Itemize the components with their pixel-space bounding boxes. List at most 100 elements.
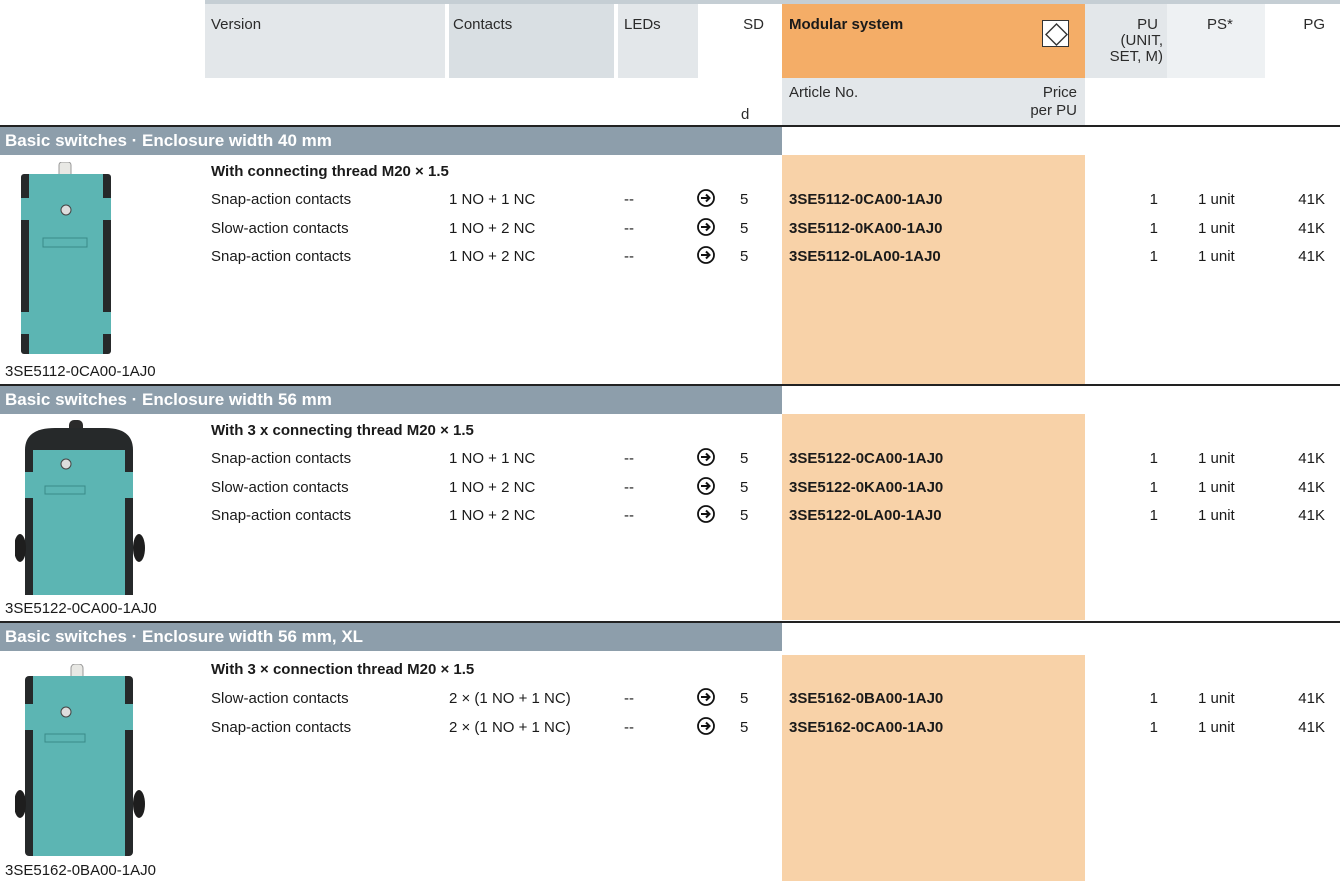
circled-right-arrow-icon [696,476,716,500]
ps-cell: 1 unit [1198,219,1235,237]
pu-cell: 1 [1149,690,1158,707]
table-row: Snap-action contacts 2 × (1 NO + 1 NC) -- 5… [0,714,1340,742]
leds-cell: -- [624,191,634,208]
pg-cell: 41K [1298,191,1325,208]
sd-cell: 5 [740,718,749,736]
section-title: Basic switches · Enclosure width 56 mm, … [0,623,782,651]
article-number-cell: 3SE5122-0KA00-1AJ0 [789,478,944,496]
sd-cell: 5 [740,507,749,524]
version-cell: Slow-action contacts [211,219,349,237]
leds-cell: -- [624,690,634,707]
article-number-cell: 3SE5162-0CA00-1AJ0 [789,718,944,736]
leds-cell: -- [624,478,634,496]
circled-right-arrow-icon [696,245,716,269]
pg-cell: 41K [1298,219,1325,237]
col-pu-line1: PU [1137,16,1158,33]
article-number-cell: 3SE5122-0LA00-1AJ0 [789,507,942,524]
table-row: Slow-action contacts 1 NO + 2 NC -- 5 3SE511… [0,215,1340,243]
col-version: Version [211,16,262,33]
contacts-cell: 2 × (1 NO + 1 NC) [449,690,571,707]
sd-cell: 5 [740,478,749,496]
pg-cell: 41K [1298,690,1325,707]
table-row: Snap-action contacts 1 NO + 1 NC -- 5 3SE511… [0,186,1340,214]
circled-right-arrow-icon [696,716,716,740]
leds-cell: -- [624,450,634,467]
contacts-cell: 1 NO + 2 NC [449,248,536,265]
section-title: Basic switches · Enclosure width 56 mm [0,386,782,414]
pu-cell: 1 [1149,191,1158,208]
section-subtitle: With 3 × connection thread M20 × 1.5 [211,661,475,678]
leds-cell: -- [624,248,634,265]
sd-cell: 5 [740,450,749,467]
leds-cell: -- [624,718,634,736]
pg-cell: 41K [1298,507,1325,524]
circled-right-arrow-icon [696,447,716,471]
contacts-cell: 1 NO + 2 NC [449,219,536,237]
col-pu-line2: (UNIT, [1120,32,1164,49]
col-leds: LEDs [624,16,661,33]
col-contacts: Contacts [453,16,513,33]
contacts-cell: 1 NO + 1 NC [449,450,536,467]
section-subtitle: With connecting thread M20 × 1.5 [211,163,449,180]
article-number-cell: 3SE5162-0BA00-1AJ0 [789,690,944,707]
ps-cell: 1 unit [1198,718,1235,736]
product-caption: 3SE5112-0CA00-1AJ0 [5,363,156,380]
ps-cell: 1 unit [1198,248,1235,265]
col-article-no: Article No. [789,84,859,101]
table-row: Slow-action contacts 2 × (1 NO + 1 NC) -- 5… [0,685,1340,713]
version-cell: Slow-action contacts [211,478,349,496]
contacts-cell: 1 NO + 2 NC [449,478,536,496]
product-caption: 3SE5162-0BA00-1AJ0 [5,862,156,879]
article-number-cell: 3SE5112-0KA00-1AJ0 [789,219,943,237]
diamond-in-square-icon [1042,20,1069,47]
col-sd-unit: d [741,106,750,123]
version-cell: Snap-action contacts [211,507,352,524]
article-number-cell: 3SE5112-0CA00-1AJ0 [789,191,943,208]
col-price-line2: per PU [1030,102,1077,119]
circled-right-arrow-icon [696,188,716,212]
version-cell: Slow-action contacts [211,690,349,707]
sd-cell: 5 [740,191,749,208]
ps-cell: 1 unit [1198,507,1235,524]
circled-right-arrow-icon [696,687,716,711]
pu-cell: 1 [1149,450,1158,467]
circled-right-arrow-icon [696,504,716,528]
circled-right-arrow-icon [696,217,716,241]
pg-cell: 41K [1298,718,1325,736]
pu-cell: 1 [1149,248,1158,265]
product-caption: 3SE5122-0CA00-1AJ0 [5,600,157,617]
version-cell: Snap-action contacts [211,191,352,208]
pu-cell: 1 [1149,718,1158,736]
sd-cell: 5 [740,248,749,265]
leds-cell: -- [624,219,634,237]
pg-cell: 41K [1298,450,1325,467]
ps-cell: 1 unit [1198,478,1235,496]
article-number-cell: 3SE5122-0CA00-1AJ0 [789,450,944,467]
ps-cell: 1 unit [1198,690,1235,707]
pu-cell: 1 [1149,219,1158,237]
leds-cell: -- [624,507,634,524]
section-title: Basic switches · Enclosure width 40 mm [0,127,782,155]
table-row: Snap-action contacts 1 NO + 1 NC -- 5 3SE512… [0,445,1340,473]
table-row: Slow-action contacts 1 NO + 2 NC -- 5 3SE512… [0,474,1340,502]
version-cell: Snap-action contacts [211,450,352,467]
modular-system-title: Modular system [789,16,904,33]
pu-cell: 1 [1149,507,1158,524]
col-pg: PG [1303,16,1325,33]
section-subtitle: With 3 x connecting thread M20 × 1.5 [211,422,474,439]
version-cell: Snap-action contacts [211,718,352,736]
article-number-cell: 3SE5112-0LA00-1AJ0 [789,248,941,265]
sd-cell: 5 [740,219,749,237]
pg-cell: 41K [1298,478,1325,496]
table-row: Snap-action contacts 1 NO + 2 NC -- 5 3SE512… [0,502,1340,530]
sd-cell: 5 [740,690,749,707]
contacts-cell: 1 NO + 1 NC [449,191,536,208]
ps-cell: 1 unit [1198,450,1235,467]
col-pu-line3: SET, M) [1109,48,1163,65]
pg-cell: 41K [1298,248,1325,265]
contacts-cell: 1 NO + 2 NC [449,507,536,524]
col-ps: PS* [1207,16,1233,33]
modular-system-header: Modular system [782,4,1085,78]
ps-cell: 1 unit [1198,191,1235,208]
pu-cell: 1 [1149,478,1158,496]
